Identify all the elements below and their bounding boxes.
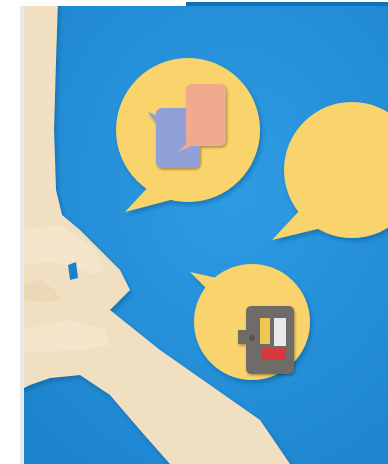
image-frame <box>0 0 388 464</box>
paper-craft-illustration <box>0 0 388 464</box>
